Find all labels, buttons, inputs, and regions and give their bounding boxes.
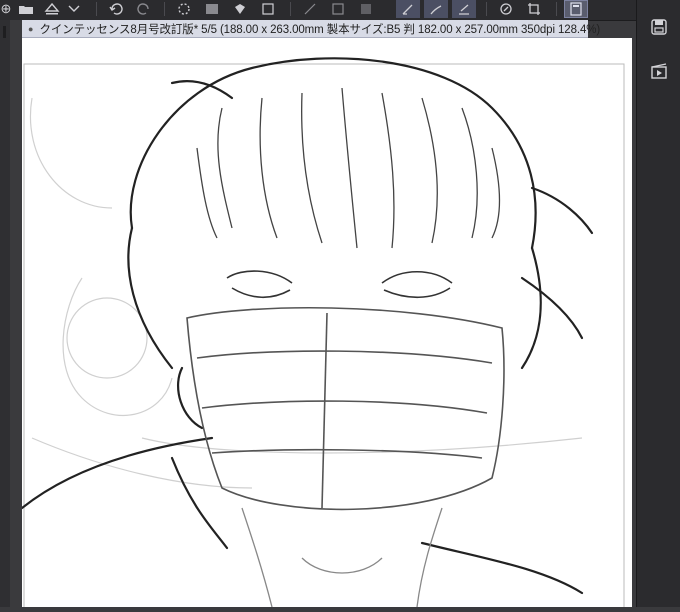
right-panel — [636, 0, 680, 607]
document-tab[interactable]: ● クインテッセンス8月号改訂版* 5/5 (188.00 x 263.00mm… — [22, 20, 600, 38]
chevron-down-icon[interactable] — [66, 0, 82, 18]
ruler-icon[interactable] — [424, 0, 448, 18]
rotate-icon[interactable] — [494, 0, 518, 18]
top-toolbar: ⊕ — [0, 0, 680, 21]
pen-tool-icon[interactable] — [396, 0, 420, 18]
canvas[interactable] — [20, 38, 632, 612]
tab-title: クインテッセンス8月号改訂版* 5/5 (188.00 x 263.00mm 製… — [39, 23, 601, 36]
lasso-icon[interactable] — [326, 0, 350, 18]
folder-icon[interactable] — [14, 0, 38, 18]
fill-icon[interactable] — [228, 0, 252, 18]
add-icon[interactable]: ⊕ — [0, 0, 12, 18]
eject-icon[interactable] — [40, 0, 64, 18]
redo-icon[interactable] — [132, 0, 156, 18]
tab-modified-indicator[interactable]: ● — [28, 24, 33, 34]
clapper-icon[interactable] — [650, 62, 668, 80]
select-icon[interactable] — [298, 0, 322, 18]
spinner-icon[interactable] — [172, 0, 196, 18]
curve-icon[interactable] — [452, 0, 476, 18]
layer-panel-icon[interactable] — [564, 0, 588, 18]
clear-icon[interactable] — [200, 0, 224, 18]
scroll-handle-icon[interactable] — [3, 26, 6, 38]
undo-icon[interactable] — [104, 0, 128, 18]
left-gutter — [10, 20, 22, 607]
sketch-artwork — [20, 57, 625, 612]
layer-icon[interactable] — [354, 0, 378, 18]
crop-icon[interactable] — [522, 0, 546, 18]
transform-icon[interactable] — [256, 0, 280, 18]
save-icon[interactable] — [650, 18, 668, 36]
